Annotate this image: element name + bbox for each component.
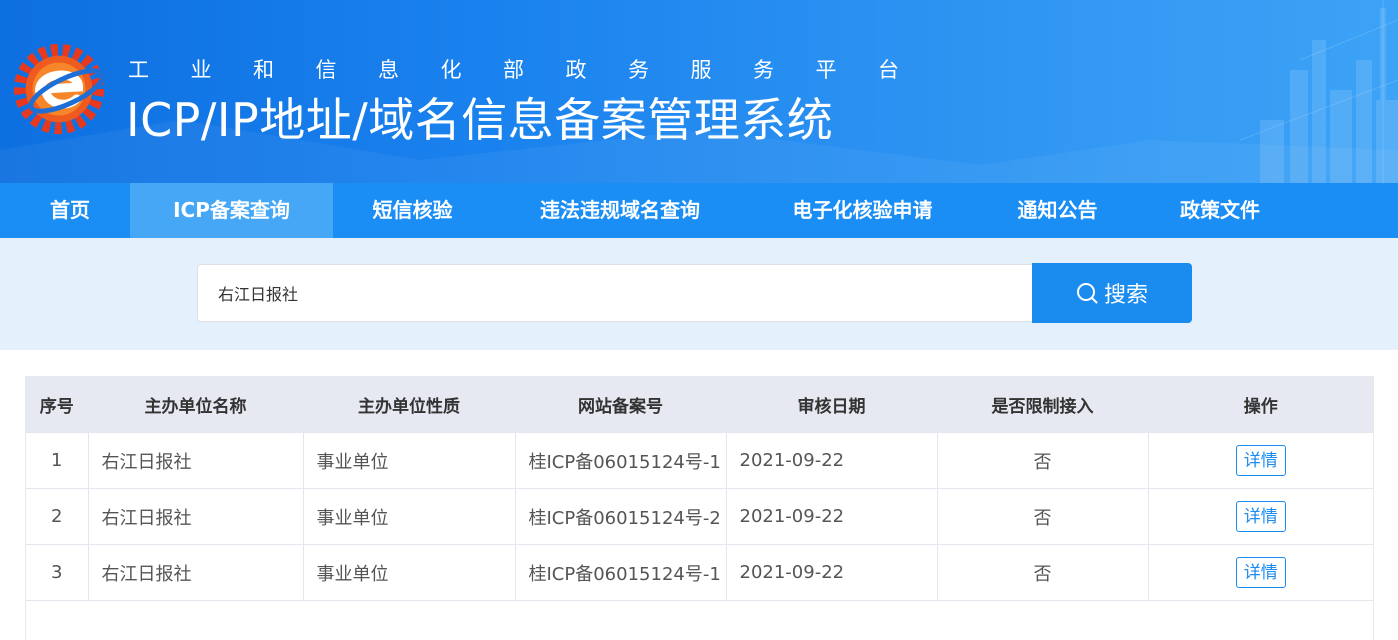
system-title: ICP/IP地址/域名信息备案管理系统: [126, 93, 834, 147]
search-button-label: 搜索: [1103, 283, 1148, 308]
col-header-index: 序号: [26, 377, 89, 433]
cell-org-name: 右江日报社: [87, 488, 304, 545]
cell-org-nature: 事业单位: [302, 488, 516, 545]
main-nav: 首页 ICP备案查询 短信核验 违法违规域名查询 电子化核验申请 通知公告 政策…: [0, 183, 1398, 238]
miit-logo-icon: [13, 43, 106, 135]
table-row: 1 右江日报社 事业单位 桂ICP备06015124号-1 2021-09-22…: [26, 432, 1373, 489]
search-icon: [1076, 283, 1098, 304]
cell-record-no: 桂ICP备06015124号-2: [514, 488, 727, 545]
results-table-container: 序号 主办单位名称 主办单位性质 网站备案号 审核日期 是否限制接入 操作 1 …: [25, 376, 1374, 640]
table-header-row: 序号 主办单位名称 主办单位性质 网站备案号 审核日期 是否限制接入 操作: [26, 377, 1373, 433]
cell-audit-date: 2021-09-22: [725, 488, 938, 545]
nav-item-illegal-domain-query[interactable]: 违法违规域名查询: [510, 183, 730, 238]
cell-action: 详情: [1147, 488, 1373, 545]
col-header-org-name: 主办单位名称: [87, 377, 304, 433]
cell-audit-date: 2021-09-22: [725, 432, 938, 489]
nav-item-e-verify-apply[interactable]: 电子化核验申请: [765, 183, 960, 238]
table-row: 3 右江日报社 事业单位 桂ICP备06015124号-1 2021-09-22…: [26, 544, 1373, 601]
cell-index: 1: [26, 432, 89, 489]
col-header-action: 操作: [1147, 377, 1373, 433]
cell-action: 详情: [1147, 544, 1373, 601]
nav-item-home[interactable]: 首页: [10, 183, 130, 238]
search-area: 搜索: [0, 238, 1398, 350]
header-banner: 工业和信息化部政务服务平台 ICP/IP地址/域名信息备案管理系统: [0, 0, 1398, 183]
col-header-restricted: 是否限制接入: [936, 377, 1149, 433]
col-header-audit-date: 审核日期: [725, 377, 938, 433]
col-header-record-no: 网站备案号: [514, 377, 727, 433]
cell-index: 3: [26, 544, 89, 601]
nav-item-icp-query[interactable]: ICP备案查询: [130, 183, 333, 238]
cell-org-name: 右江日报社: [87, 432, 304, 489]
cell-restricted: 否: [936, 488, 1149, 545]
nav-item-notices[interactable]: 通知公告: [995, 183, 1120, 238]
search-button[interactable]: 搜索: [1032, 263, 1192, 323]
cell-restricted: 否: [936, 544, 1149, 601]
cell-org-nature: 事业单位: [302, 544, 516, 601]
cell-index: 2: [26, 488, 89, 545]
cell-audit-date: 2021-09-22: [725, 544, 938, 601]
detail-button[interactable]: 详情: [1235, 501, 1286, 532]
table-row: 2 右江日报社 事业单位 桂ICP备06015124号-2 2021-09-22…: [26, 488, 1373, 545]
cell-action: 详情: [1147, 432, 1373, 489]
detail-button[interactable]: 详情: [1235, 445, 1286, 476]
platform-subtitle: 工业和信息化部政务服务平台: [128, 58, 941, 82]
results-table: 序号 主办单位名称 主办单位性质 网站备案号 审核日期 是否限制接入 操作 1 …: [26, 377, 1373, 601]
nav-item-policy-docs[interactable]: 政策文件: [1157, 183, 1283, 238]
nav-item-sms-verify[interactable]: 短信核验: [345, 183, 480, 238]
cell-record-no: 桂ICP备06015124号-1: [514, 544, 727, 601]
cell-restricted: 否: [936, 432, 1149, 489]
cell-record-no: 桂ICP备06015124号-1: [514, 432, 727, 489]
col-header-org-nature: 主办单位性质: [302, 377, 516, 433]
search-input[interactable]: [197, 264, 1033, 322]
cell-org-nature: 事业单位: [302, 432, 516, 489]
cell-org-name: 右江日报社: [87, 544, 304, 601]
detail-button[interactable]: 详情: [1235, 557, 1286, 588]
